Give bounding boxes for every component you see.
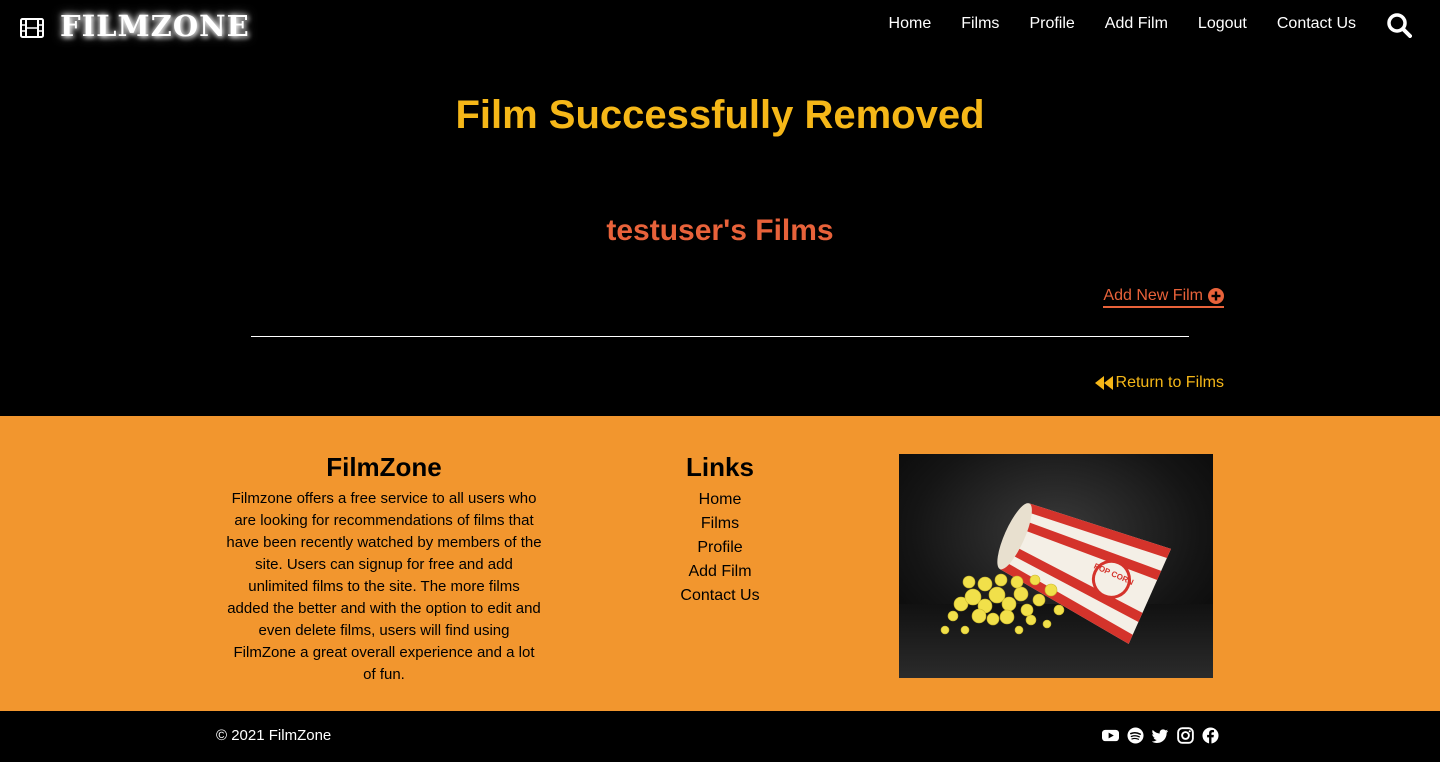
brand-name: FILMZONE bbox=[60, 9, 250, 43]
social-links bbox=[1094, 727, 1219, 744]
popcorn-illustration: POP CORN bbox=[899, 454, 1213, 678]
footer-link-contact-us[interactable]: Contact Us bbox=[620, 584, 820, 608]
footer: FilmZone Filmzone offers a free service … bbox=[0, 416, 1440, 711]
youtube-icon[interactable] bbox=[1102, 727, 1119, 744]
nav-link-films[interactable]: Films bbox=[961, 14, 999, 34]
footer-about: FilmZone Filmzone offers a free service … bbox=[226, 452, 542, 686]
rewind-icon bbox=[1094, 376, 1113, 390]
return-to-films-link[interactable]: Return to Films bbox=[1094, 373, 1224, 393]
content-divider bbox=[251, 336, 1189, 337]
popcorn-image: POP CORN bbox=[899, 454, 1213, 678]
copyright: © 2021 FilmZone bbox=[216, 727, 332, 744]
footer-link-films[interactable]: Films bbox=[620, 512, 820, 536]
bottom-bar: © 2021 FilmZone bbox=[0, 711, 1440, 762]
footer-about-text: Filmzone offers a free service to all us… bbox=[226, 490, 542, 683]
add-new-film-link[interactable]: Add New Film bbox=[1103, 286, 1224, 308]
nav-links: Home Films Profile Add Film Logout Conta… bbox=[859, 14, 1356, 34]
footer-link-profile[interactable]: Profile bbox=[620, 536, 820, 560]
footer-link-home[interactable]: Home bbox=[620, 488, 820, 512]
brand-logo[interactable]: FILMZONE bbox=[20, 8, 250, 44]
add-new-film-label: Add New Film bbox=[1103, 287, 1203, 304]
nav-link-contact-us[interactable]: Contact Us bbox=[1277, 14, 1356, 34]
nav-link-home[interactable]: Home bbox=[889, 14, 932, 34]
navbar: FILMZONE Home Films Profile Add Film Log… bbox=[0, 0, 1440, 52]
facebook-icon[interactable] bbox=[1202, 727, 1219, 744]
nav-link-add-film[interactable]: Add Film bbox=[1105, 14, 1168, 34]
footer-about-heading: FilmZone bbox=[326, 452, 442, 482]
footer-links: Links Home Films Profile Add Film Contac… bbox=[620, 452, 820, 608]
twitter-icon[interactable] bbox=[1152, 727, 1169, 744]
nav-link-logout[interactable]: Logout bbox=[1198, 14, 1247, 34]
nav-link-profile[interactable]: Profile bbox=[1029, 14, 1074, 34]
return-to-films-label: Return to Films bbox=[1115, 374, 1224, 391]
film-icon bbox=[20, 18, 44, 38]
spotify-icon[interactable] bbox=[1127, 727, 1144, 744]
plus-circle-icon bbox=[1208, 288, 1224, 304]
search-icon[interactable] bbox=[1386, 12, 1412, 38]
footer-link-add-film[interactable]: Add Film bbox=[620, 560, 820, 584]
section-title: testuser's Films bbox=[606, 214, 834, 247]
instagram-icon[interactable] bbox=[1177, 727, 1194, 744]
footer-links-heading: Links bbox=[686, 452, 754, 482]
flash-message: Film Successfully Removed bbox=[455, 93, 985, 137]
